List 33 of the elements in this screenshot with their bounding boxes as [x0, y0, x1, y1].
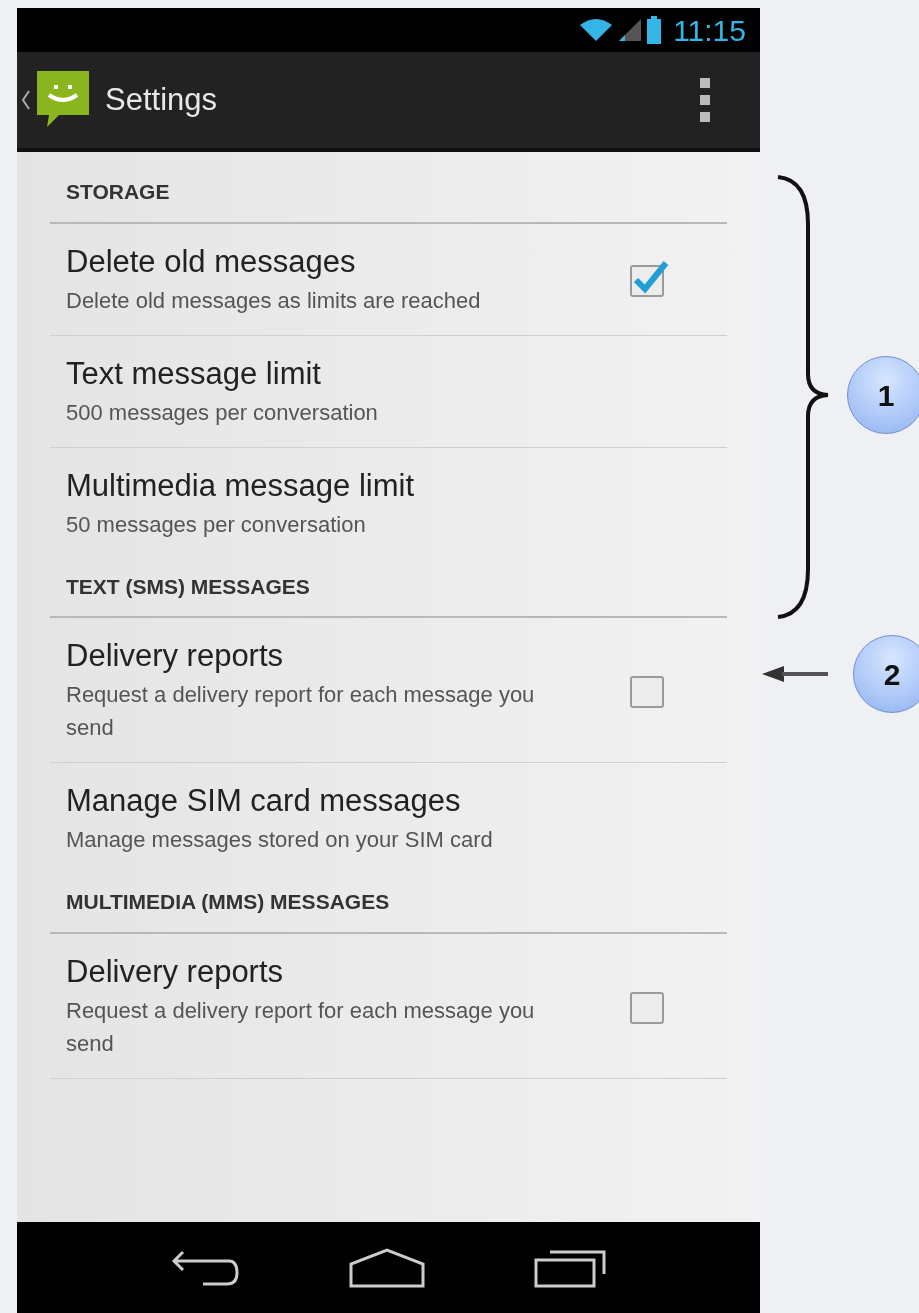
screen-title: Settings [105, 80, 217, 119]
back-caret-icon [21, 89, 31, 111]
item-title: Text message limit [66, 354, 322, 393]
overflow-menu-icon[interactable] [700, 78, 710, 122]
settings-item[interactable]: Multimedia message limit 50 messages per conversation [50, 447, 727, 547]
item-subtitle: Request a delivery report for each message you send [66, 996, 536, 1058]
wifi-icon [579, 17, 614, 43]
pointer-arrow [762, 664, 830, 684]
home-icon[interactable] [349, 1247, 426, 1288]
callout-number: 2 [853, 635, 919, 713]
battery-icon [647, 16, 662, 44]
section-header: TEXT (SMS) MESSAGES [66, 574, 310, 598]
item-subtitle: Delete old messages as limits are reached [66, 286, 482, 315]
section-header: STORAGE [66, 180, 170, 203]
item-subtitle: Request a delivery report for each message you send [66, 681, 536, 742]
item-title: Delete old messages [66, 242, 357, 281]
settings-item[interactable]: Text message limit 500 messages per conversation [50, 335, 727, 448]
settings-item[interactable]: Delivery reports Request a delivery report for each message you send [50, 618, 727, 763]
item-subtitle: 500 messages per conversation [66, 398, 379, 427]
settings-item[interactable]: Delivery reports Request a delivery report for each message you send [50, 933, 727, 1079]
settings-item[interactable]: Delete old messages Delete old messages as limits are reached [50, 223, 727, 336]
item-title: Delivery reports [66, 952, 285, 991]
item-title: Multimedia message limit [66, 466, 415, 505]
item-subtitle: Manage messages stored on your SIM card [66, 826, 494, 854]
section-header: MULTIMEDIA (MMS) MESSAGES [66, 890, 390, 913]
item-subtitle: 50 messages per conversation [66, 510, 367, 539]
item-title: Delivery reports [66, 637, 285, 675]
status-time: 11:15 [673, 12, 746, 49]
checkbox[interactable] [629, 260, 669, 298]
callout-number: 1 [847, 356, 919, 434]
item-title: Manage SIM card messages [66, 782, 462, 820]
settings-item[interactable]: Manage SIM card messages Manage messages stored on your SIM card [50, 763, 727, 862]
signal-icon [619, 17, 642, 43]
